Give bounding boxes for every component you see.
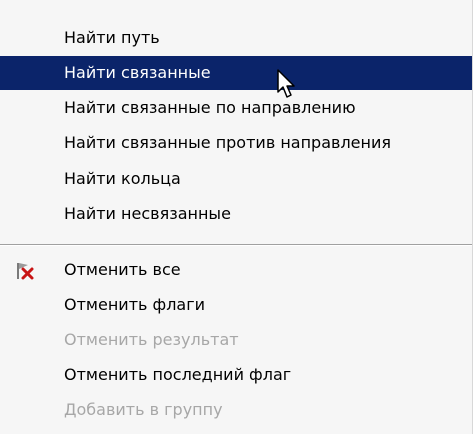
arrow-cursor-icon xyxy=(276,68,296,98)
menu-item-label: Найти связанные xyxy=(64,63,211,82)
menu-item-label: Отменить последний флаг xyxy=(64,365,292,384)
menu-item-label: Найти связанные против направления xyxy=(64,133,391,152)
menu-item-find-disconnected[interactable]: Найти несвязанные xyxy=(0,197,472,231)
menu-item-label: Найти путь xyxy=(64,28,160,47)
menu-item-find-connected-upstream[interactable]: Найти связанные против направления xyxy=(0,126,472,160)
menu-item-clear-result: Отменить результат xyxy=(0,323,472,357)
clear-flags-icon xyxy=(14,261,34,280)
menu-item-add-to-group: Добавить в группу xyxy=(0,393,472,427)
menu-item-label: Найти связанные по направлению xyxy=(64,98,356,117)
menu-item-label: Отменить все xyxy=(64,260,181,279)
menu-item-find-path[interactable]: Найти путь xyxy=(0,21,472,55)
menu-item-clear-flags[interactable]: Отменить флаги xyxy=(0,288,472,322)
menu-item-clear-last-flag[interactable]: Отменить последний флаг xyxy=(0,358,472,392)
menu-item-label: Добавить в группу xyxy=(64,400,223,419)
menu-item-find-connected[interactable]: Найти связанные xyxy=(0,56,472,90)
menu-separator xyxy=(0,244,472,246)
menu-item-label: Найти кольца xyxy=(64,169,181,188)
context-menu: Найти путь Найти связанные Найти связанн… xyxy=(0,0,473,434)
menu-item-clear-all[interactable]: Отменить все xyxy=(0,253,472,287)
menu-item-find-connected-downstream[interactable]: Найти связанные по направлению xyxy=(0,91,472,125)
menu-item-label: Найти несвязанные xyxy=(64,204,231,223)
menu-item-label: Отменить результат xyxy=(64,330,239,349)
menu-item-label: Отменить флаги xyxy=(64,295,206,314)
menu-item-find-loops[interactable]: Найти кольца xyxy=(0,162,472,196)
